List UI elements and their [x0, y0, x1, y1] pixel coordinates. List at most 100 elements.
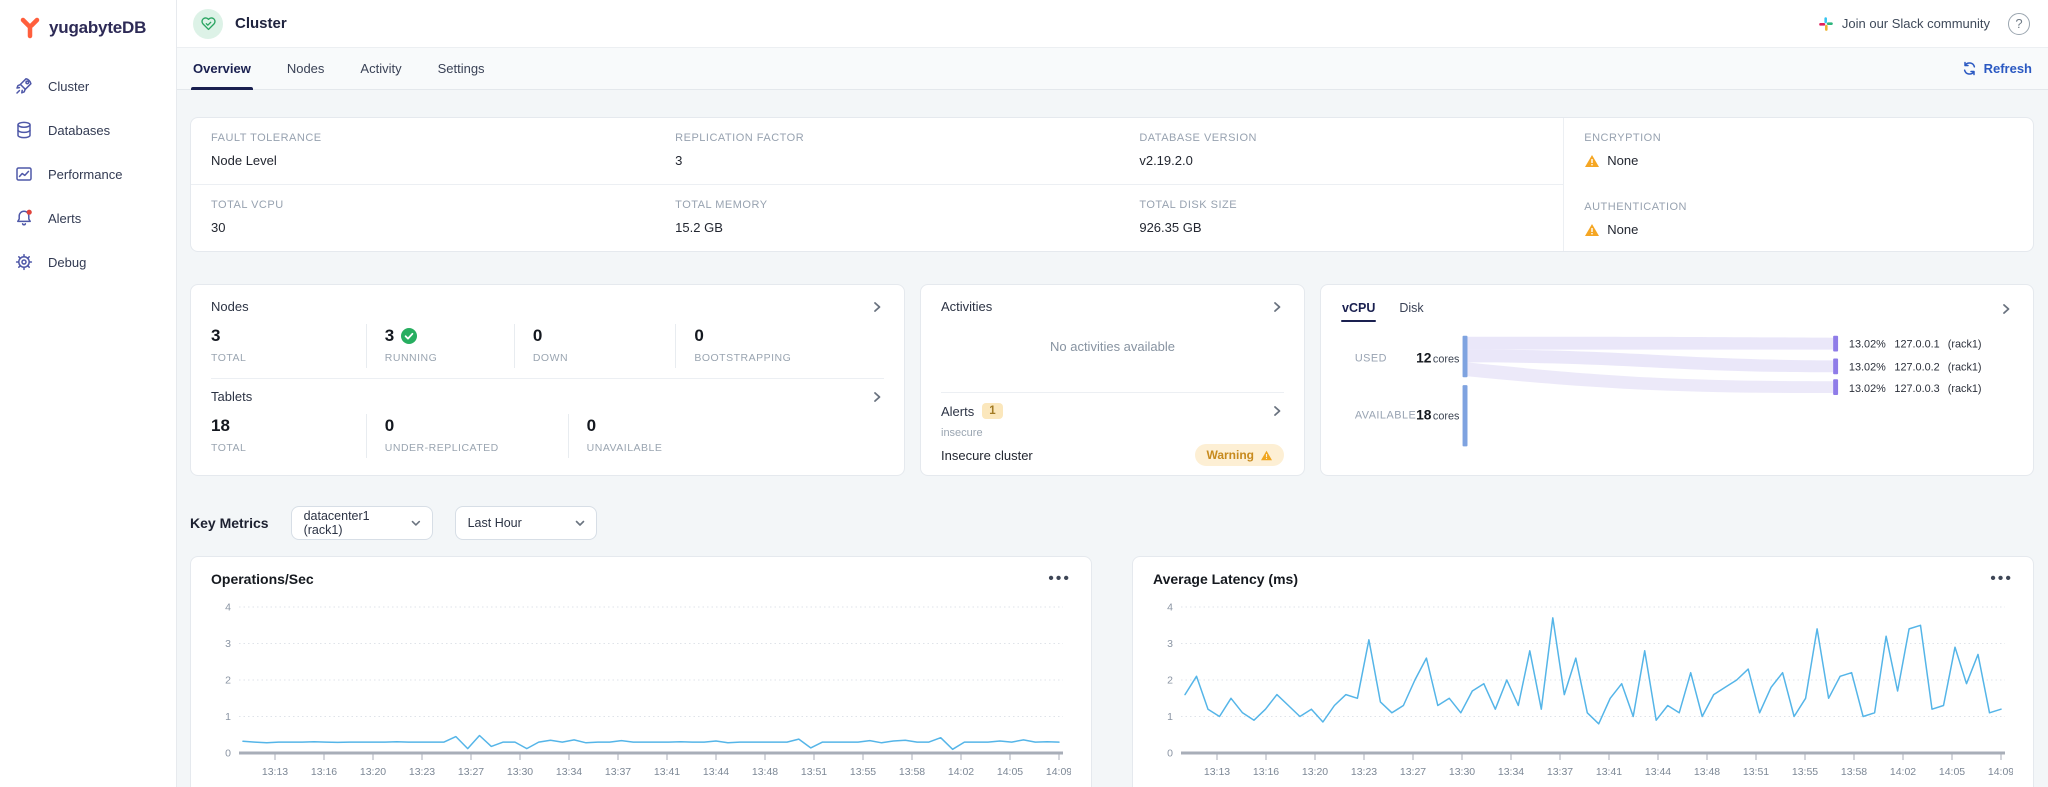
time-range-select[interactable]: Last Hour [455, 506, 597, 540]
field-label: TOTAL VCPU [211, 199, 635, 211]
tablets-panel-title: Tablets [211, 389, 252, 404]
node-zone: (rack1) [1948, 339, 1982, 351]
y-axis-label: 2 [1167, 675, 1173, 687]
x-axis-label: 14:02 [948, 766, 974, 778]
main-content: FAULT TOLERANCE Node Level REPLICATION F… [177, 90, 2048, 787]
warning-icon [1260, 450, 1273, 461]
x-axis-label: 13:55 [850, 766, 876, 778]
x-axis-label: 14:09 [1046, 766, 1071, 778]
slack-community-link[interactable]: Join our Slack community [1818, 16, 1990, 32]
chart-menu-icon[interactable]: ••• [1048, 574, 1071, 584]
y-axis-label: 2 [225, 675, 231, 687]
x-axis-label: 13:51 [801, 766, 827, 778]
tab-bar: Overview Nodes Activity Settings Refresh [177, 48, 2048, 90]
sidebar-item-alerts[interactable]: Alerts [0, 196, 176, 240]
field-value: 15.2 GB [675, 220, 1099, 235]
x-axis-label: 14:09 [1988, 766, 2013, 778]
alerts-panel-title: Alerts [941, 404, 974, 419]
series-line-write [243, 736, 1059, 750]
chevron-right-icon[interactable] [870, 390, 884, 404]
activities-card: Activities No activities available Alert… [920, 284, 1305, 476]
x-axis-label: 13:51 [1743, 766, 1769, 778]
stat-value: 18 [211, 416, 366, 436]
sidebar-item-databases[interactable]: Databases [0, 108, 176, 152]
tab-label: Nodes [287, 61, 325, 76]
brand-logo[interactable]: yugabyteDB [0, 0, 176, 44]
field-replication-factor: REPLICATION FACTOR 3 [655, 118, 1119, 185]
time-range-value: Last Hour [468, 516, 522, 530]
stat-label: RUNNING [385, 352, 514, 364]
tab-activity[interactable]: Activity [358, 48, 403, 89]
page-title: Cluster [235, 15, 287, 32]
sidebar-item-label: Alerts [48, 211, 81, 226]
sidebar-nav: Cluster Databases [0, 64, 176, 284]
chevron-right-icon[interactable] [1270, 300, 1284, 314]
chevron-right-icon[interactable] [1270, 404, 1284, 418]
node-zone: (rack1) [1948, 361, 1982, 373]
stat-nodes-bootstrapping: 0 BOOTSTRAPPING [675, 324, 884, 368]
x-axis-label: 14:05 [997, 766, 1023, 778]
tab-settings[interactable]: Settings [436, 48, 487, 89]
used-unit: cores [1433, 353, 1460, 365]
stat-label: UNAVAILABLE [587, 442, 884, 454]
stat-value: 3 [385, 326, 394, 346]
node-name: 127.0.0.3 [1894, 383, 1939, 395]
region-select[interactable]: datacenter1 (rack1) [291, 506, 433, 540]
field-label: TOTAL DISK SIZE [1139, 199, 1543, 211]
field-total-disk-size: TOTAL DISK SIZE 926.35 GB [1119, 185, 1563, 251]
node-pct: 13.02% [1849, 339, 1886, 351]
stat-value: 0 [533, 326, 676, 346]
x-axis-label: 13:34 [1498, 766, 1524, 778]
brand-name: yugabyteDB [49, 18, 146, 38]
bell-icon [14, 208, 34, 228]
stat-tablets-unavailable: 0 UNAVAILABLE [568, 414, 884, 458]
stat-value: 0 [694, 326, 884, 346]
nodes-panel-title: Nodes [211, 299, 249, 314]
x-axis-label: 13:27 [458, 766, 484, 778]
stat-label: UNDER-REPLICATED [385, 442, 568, 454]
available-label: AVAILABLE [1355, 410, 1416, 422]
x-axis-label: 13:34 [556, 766, 582, 778]
alert-row[interactable]: Insecure cluster Warning [941, 444, 1284, 466]
tab-disk[interactable]: Disk [1398, 295, 1424, 322]
field-value: 3 [675, 153, 1099, 168]
node-name: 127.0.0.1 [1894, 339, 1939, 351]
sidebar-item-cluster[interactable]: Cluster [0, 64, 176, 108]
field-label: ENCRYPTION [1584, 132, 2013, 144]
x-axis-label: 13:16 [311, 766, 337, 778]
x-axis-label: 13:37 [605, 766, 631, 778]
tab-overview[interactable]: Overview [191, 48, 253, 89]
nodes-stats: 3 TOTAL 3 RUNNING 0 DOWN [211, 324, 884, 368]
chart-menu-icon[interactable]: ••• [1990, 574, 2013, 584]
y-axis-label: 0 [225, 748, 231, 760]
field-value: Node Level [211, 153, 635, 168]
latency-chart-card: Average Latency (ms) ••• 0123413:1313:16… [1132, 556, 2034, 787]
stat-nodes-down: 0 DOWN [514, 324, 676, 368]
node-zone: (rack1) [1948, 383, 1982, 395]
chevron-right-icon[interactable] [1999, 302, 2013, 316]
gear-icon [14, 252, 34, 272]
x-axis-label: 14:02 [1890, 766, 1916, 778]
vcpu-sankey-chart: USED 12 cores AVAILABLE 18 cores 13.02% … [1341, 323, 2013, 471]
x-axis-label: 13:13 [1204, 766, 1230, 778]
help-icon[interactable]: ? [2008, 13, 2030, 35]
sidebar-item-label: Databases [48, 123, 110, 138]
sidebar: yugabyteDB Cluster [0, 0, 177, 787]
y-axis-label: 1 [1167, 711, 1173, 723]
slack-icon [1818, 16, 1834, 32]
sidebar-item-performance[interactable]: Performance [0, 152, 176, 196]
x-axis-label: 14:05 [1939, 766, 1965, 778]
page-header: Cluster Join our Slack community ? [177, 0, 2048, 48]
sidebar-item-debug[interactable]: Debug [0, 240, 176, 284]
x-axis-label: 13:30 [507, 766, 533, 778]
x-axis-label: 13:48 [752, 766, 778, 778]
node-pct: 13.02% [1849, 361, 1886, 373]
check-circle-icon [401, 328, 417, 344]
series-line-write [1185, 618, 2001, 724]
used-bar [1463, 336, 1468, 378]
tab-nodes[interactable]: Nodes [285, 48, 327, 89]
x-axis-label: 13:20 [1302, 766, 1328, 778]
refresh-button[interactable]: Refresh [1962, 48, 2032, 89]
chevron-right-icon[interactable] [870, 300, 884, 314]
tab-vcpu[interactable]: vCPU [1341, 295, 1376, 322]
